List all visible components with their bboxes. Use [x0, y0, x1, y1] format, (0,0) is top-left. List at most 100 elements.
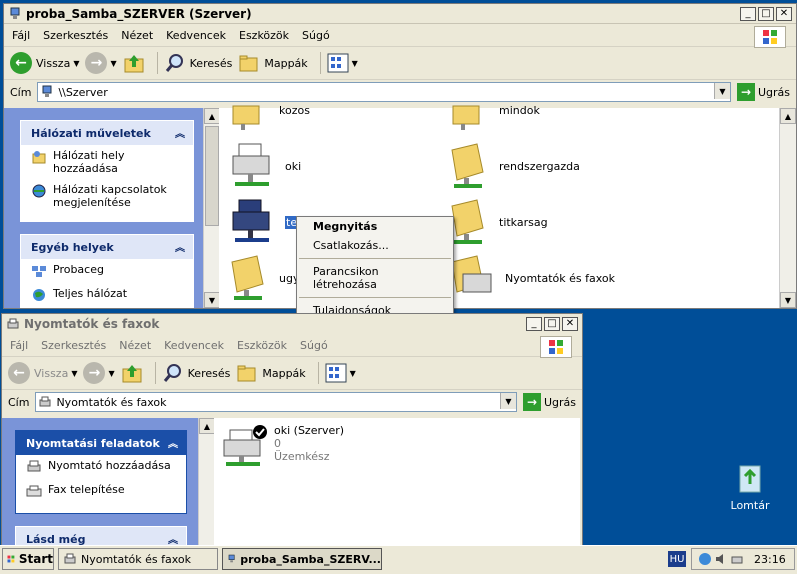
item-label: kozos — [279, 103, 310, 117]
panel-header[interactable]: Hálózati műveletek ︽ — [21, 121, 193, 145]
maximize-button[interactable]: □ — [758, 6, 774, 21]
share-item-rendszergazda[interactable]: rendszergazda — [449, 142, 580, 190]
panel-header[interactable]: Nyomtatási feladatok ︽ — [16, 431, 186, 455]
task-pane-scrollbar[interactable]: ▲ ▼ — [203, 108, 220, 308]
network-tray-icon[interactable] — [698, 552, 712, 566]
add-printer-link[interactable]: Nyomtató hozzáadása — [16, 455, 186, 479]
link-label: Teljes hálózat — [53, 287, 128, 300]
chevron-down-icon[interactable]: ▼ — [73, 59, 79, 68]
printer-item-oki[interactable]: oki (Szerver) 0 Üzemkész — [220, 424, 344, 470]
minimize-button[interactable]: _ — [740, 6, 756, 21]
menu-file[interactable]: Fájl — [12, 29, 30, 42]
menu-favorites[interactable]: Kedvencek — [164, 339, 224, 352]
file-view-scrollbar[interactable]: ▲ ▼ — [779, 108, 796, 308]
title-bar[interactable]: Nyomtatók és faxok _ □ ✕ — [2, 314, 582, 334]
search-button[interactable]: Keresés — [164, 52, 232, 74]
go-arrow-icon: → — [522, 393, 541, 411]
up-folder-button[interactable] — [123, 52, 145, 74]
close-button[interactable]: ✕ — [562, 317, 578, 331]
chevron-down-icon[interactable]: ▼ — [350, 369, 356, 378]
printers-and-faxes-item[interactable]: Nyomtatók és faxok — [449, 254, 615, 302]
menu-edit[interactable]: Szerkesztés — [41, 339, 106, 352]
network-tasks-panel: Hálózati műveletek ︽ Hálózati hely hozzá… — [20, 120, 194, 222]
chevron-down-icon[interactable]: ▼ — [352, 59, 358, 68]
scroll-thumb[interactable] — [205, 126, 219, 226]
menu-favorites[interactable]: Kedvencek — [166, 29, 226, 42]
explorer-window-printers: Nyomtatók és faxok _ □ ✕ Fájl Szerkeszté… — [1, 313, 583, 547]
minimize-button[interactable]: _ — [526, 317, 542, 331]
forward-button[interactable]: → ▼ — [83, 362, 115, 384]
menu-help[interactable]: Súgó — [300, 339, 328, 352]
toolbar: ← Vissza ▼ → ▼ Keresés Mappák ▼ — [2, 357, 582, 390]
menu-help[interactable]: Súgó — [302, 29, 330, 42]
collapse-chevron-icon[interactable]: ︽ — [175, 239, 185, 254]
volume-tray-icon[interactable] — [714, 552, 728, 566]
item-label: mindok — [499, 103, 540, 117]
scroll-down-arrow-icon[interactable]: ▼ — [780, 292, 796, 308]
chevron-down-icon[interactable]: ▼ — [713, 83, 730, 99]
chevron-down-icon[interactable]: ▼ — [499, 393, 516, 409]
back-button[interactable]: ← Vissza ▼ — [10, 52, 79, 74]
entire-network-link[interactable]: Teljes hálózat — [21, 283, 193, 307]
share-item-ugy[interactable]: ugy — [229, 254, 299, 302]
network-computer-icon — [10, 7, 20, 19]
search-button[interactable]: Keresés — [162, 362, 230, 384]
chevron-down-icon[interactable]: ▼ — [110, 59, 116, 68]
taskbar-button-szerver[interactable]: proba_Samba_SZERV... — [222, 548, 382, 570]
views-icon — [325, 363, 347, 383]
go-button[interactable]: → Ugrás — [522, 393, 576, 411]
printer-tray-icon[interactable] — [730, 552, 744, 566]
views-button[interactable]: ▼ — [325, 363, 356, 383]
title-bar[interactable]: proba_Samba_SZERVER (Szerver) _ □ ✕ — [4, 4, 796, 24]
recycle-bin-desktop-icon[interactable]: Lomtár — [728, 462, 772, 512]
panel-title: Nyomtatási feladatok — [26, 436, 160, 450]
language-indicator[interactable]: HU — [668, 551, 686, 567]
shared-folder-icon — [452, 105, 480, 130]
menu-tools[interactable]: Eszközök — [237, 339, 287, 352]
start-button[interactable]: Start — [2, 548, 54, 570]
menu-file[interactable]: Fájl — [10, 339, 28, 352]
folders-button[interactable]: Mappák — [238, 52, 308, 74]
chevron-down-icon[interactable]: ▼ — [71, 369, 77, 378]
show-network-connections-link[interactable]: Hálózati kapcsolatok megjelenítése — [21, 179, 193, 213]
views-button[interactable]: ▼ — [327, 53, 358, 73]
menu-item-open[interactable]: Megnyitás — [297, 217, 453, 236]
add-network-place-link[interactable]: Hálózati hely hozzáadása — [21, 145, 193, 179]
back-button[interactable]: ← Vissza ▼ — [8, 362, 77, 384]
collapse-chevron-icon[interactable]: ︽ — [168, 531, 178, 546]
folders-button[interactable]: Mappák — [236, 362, 306, 384]
link-label: Hálózati kapcsolatok megjelenítése — [53, 183, 167, 209]
install-fax-link[interactable]: Fax telepítése — [16, 479, 186, 503]
scroll-up-arrow-icon[interactable]: ▲ — [204, 108, 220, 124]
menu-view[interactable]: Nézet — [121, 29, 153, 42]
collapse-chevron-icon[interactable]: ︽ — [168, 435, 178, 450]
address-input[interactable]: Nyomtatók és faxok ▼ — [35, 392, 517, 412]
scroll-up-arrow-icon[interactable]: ▲ — [199, 418, 215, 434]
scroll-up-arrow-icon[interactable]: ▲ — [780, 108, 796, 124]
chevron-down-icon[interactable]: ▼ — [108, 369, 114, 378]
panel-header[interactable]: Lásd még ︽ — [16, 527, 186, 546]
menu-item-create-shortcut[interactable]: Parancsikon létrehozása — [297, 262, 453, 294]
share-item-mindok[interactable]: mindok — [449, 102, 540, 132]
taskbar-button-printers[interactable]: Nyomtatók és faxok — [58, 548, 218, 570]
menu-view[interactable]: Nézet — [119, 339, 151, 352]
menu-tools[interactable]: Eszközök — [239, 29, 289, 42]
probaceg-link[interactable]: Probaceg — [21, 259, 193, 283]
menu-edit[interactable]: Szerkesztés — [43, 29, 108, 42]
share-item-kozos[interactable]: kozos — [229, 102, 310, 132]
task-pane-scrollbar[interactable]: ▲ — [198, 418, 215, 546]
share-item-oki[interactable]: oki — [229, 142, 301, 190]
panel-header[interactable]: Egyéb helyek ︽ — [21, 235, 193, 259]
address-input[interactable]: \\Szerver ▼ — [37, 82, 731, 102]
panel-title: Hálózati műveletek — [31, 126, 151, 140]
collapse-chevron-icon[interactable]: ︽ — [175, 125, 185, 140]
forward-button[interactable]: → ▼ — [85, 52, 117, 74]
maximize-button[interactable]: □ — [544, 317, 560, 331]
go-button[interactable]: → Ugrás — [736, 83, 790, 101]
scroll-down-arrow-icon[interactable]: ▼ — [204, 292, 220, 308]
share-item-titkarsag[interactable]: titkarsag — [449, 198, 548, 246]
fax-icon — [26, 485, 42, 497]
up-folder-button[interactable] — [121, 362, 143, 384]
close-button[interactable]: ✕ — [776, 6, 792, 21]
menu-item-connect[interactable]: Csatlakozás... — [297, 236, 453, 255]
